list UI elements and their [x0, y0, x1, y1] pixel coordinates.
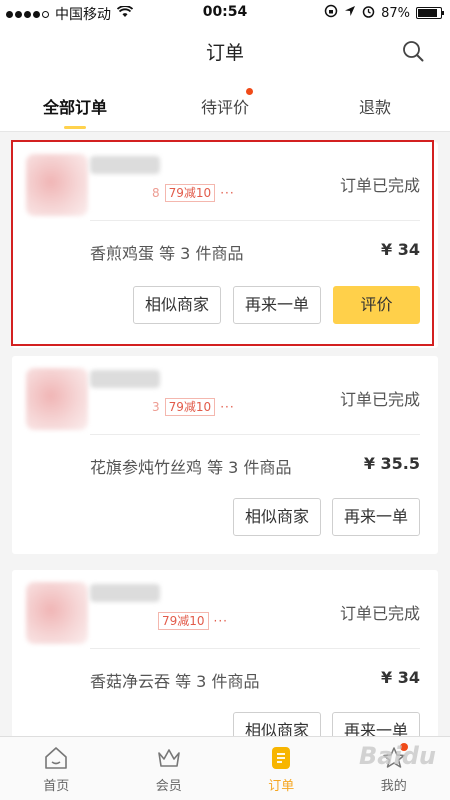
notification-dot	[399, 743, 408, 751]
nav-label: 会员	[155, 779, 182, 794]
tab-refund[interactable]: 退款	[300, 76, 450, 131]
tab-pending-review[interactable]: 待评价	[150, 76, 300, 131]
rotation-lock-icon	[324, 4, 338, 22]
status-right: 87%	[324, 4, 444, 22]
home-icon	[43, 745, 69, 771]
store-name-blurred[interactable]	[90, 584, 160, 602]
order-card[interactable]: 3 79减10 ··· 订单已完成 花旗参炖竹丝鸡 等 3 件商品 ¥ 35.5…	[12, 356, 438, 554]
promo-tag: 79减10	[164, 398, 216, 416]
order-icon	[268, 745, 294, 771]
order-card[interactable]: 79减10 ··· 订单已完成 香菇净云吞 等 3 件商品 ¥ 34 相似商家 …	[12, 570, 438, 738]
order-summary[interactable]: 花旗参炖竹丝鸡 等 3 件商品	[90, 454, 291, 478]
tab-label: 待评价	[200, 98, 249, 117]
order-status: 订单已完成	[339, 604, 420, 623]
order-price: ¥ 35.5	[363, 454, 420, 473]
bottom-nav: 首页 会员 订单 我的	[0, 736, 450, 800]
similar-merchants-button[interactable]: 相似商家	[233, 712, 321, 738]
nav-label: 首页	[43, 779, 70, 794]
store-name-blurred[interactable]	[90, 370, 160, 388]
divider	[90, 648, 420, 649]
location-icon	[344, 5, 356, 21]
store-logo[interactable]	[26, 154, 88, 216]
promo-tag: 79减10	[164, 184, 216, 202]
order-price: ¥ 34	[381, 668, 420, 687]
reorder-button[interactable]: 再来一单	[332, 498, 420, 536]
divider	[90, 434, 420, 435]
tab-label: 全部订单	[42, 98, 107, 117]
nav-home[interactable]: 首页	[0, 737, 113, 800]
notification-dot	[246, 88, 253, 95]
divider	[90, 220, 420, 221]
order-summary[interactable]: 香煎鸡蛋 等 3 件商品	[90, 240, 243, 264]
alarm-icon	[362, 5, 375, 22]
nav-orders[interactable]: 订单	[225, 737, 338, 800]
page-title: 订单	[205, 42, 244, 64]
store-logo[interactable]	[26, 368, 88, 430]
crown-icon	[156, 745, 182, 771]
search-icon[interactable]	[402, 40, 424, 62]
similar-merchants-button[interactable]: 相似商家	[233, 498, 321, 536]
reorder-button[interactable]: 再来一单	[332, 712, 420, 738]
battery-fill	[418, 9, 438, 17]
tab-all-orders[interactable]: 全部订单	[0, 76, 150, 131]
order-status: 订单已完成	[339, 176, 420, 195]
nav-label: 订单	[268, 779, 295, 794]
promo-tags: 3 79减10 ···	[152, 398, 235, 416]
more-promos-icon: ···	[220, 400, 235, 414]
reorder-button[interactable]: 再来一单	[233, 286, 321, 324]
review-button[interactable]: 评价	[333, 286, 420, 324]
promo-tag-fragment: 3	[152, 400, 160, 414]
similar-merchants-button[interactable]: 相似商家	[133, 286, 221, 324]
promo-tag-fragment: 8	[152, 186, 160, 200]
order-tabs: 全部订单 待评价 退款	[0, 76, 450, 132]
more-promos-icon: ···	[213, 614, 228, 628]
promo-tag: 79减10	[158, 612, 209, 630]
order-status: 订单已完成	[339, 390, 420, 409]
tab-label: 退款	[358, 98, 391, 117]
order-card[interactable]: 8 79减10 ··· 订单已完成 香煎鸡蛋 等 3 件商品 ¥ 34 相似商家…	[12, 142, 438, 348]
store-logo[interactable]	[26, 582, 88, 644]
order-price: ¥ 34	[381, 240, 420, 259]
battery-percent: 87%	[381, 5, 410, 21]
promo-tags: 8 79减10 ···	[152, 184, 235, 202]
promo-tags: 79减10 ···	[158, 612, 228, 630]
battery-icon	[416, 7, 444, 19]
more-promos-icon: ···	[220, 186, 235, 200]
nav-profile[interactable]: 我的	[338, 737, 450, 800]
order-summary[interactable]: 香菇净云吞 等 3 件商品	[90, 668, 259, 692]
nav-membership[interactable]: 会员	[113, 737, 226, 800]
title-bar: 订单	[0, 26, 450, 76]
store-name-blurred[interactable]	[90, 156, 160, 174]
status-bar: 中国移动 00:54 87%	[0, 0, 450, 26]
nav-label: 我的	[380, 779, 407, 794]
